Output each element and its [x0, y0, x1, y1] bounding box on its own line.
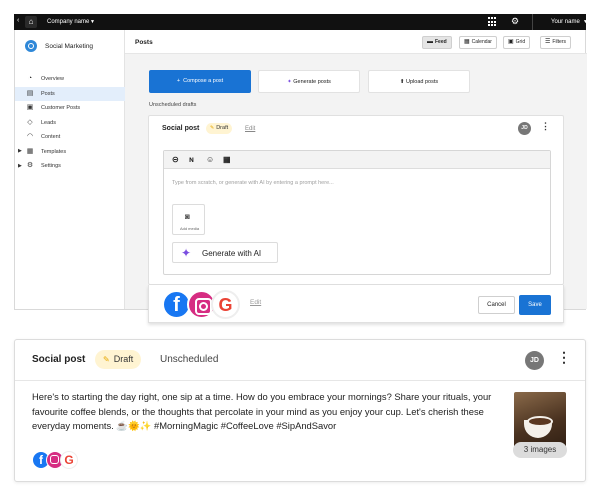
composer-card: Social post ✎ Draft Edit JD ⋮ ⊝ ɴ ☺ ▦ Typ… [148, 115, 564, 285]
sidebar-item-label: Customer Posts [41, 105, 81, 111]
expand-arrow-icon[interactable]: ▶ [18, 148, 22, 154]
home-icon[interactable]: ⌂ [25, 16, 37, 28]
posts-icon: ▤ [26, 89, 34, 97]
sidebar-item-content[interactable]: ◠ Content [15, 130, 125, 145]
sidebar-item-templates[interactable]: ▶ ▦ Templates [15, 145, 125, 160]
sidebar-item-label: Templates [41, 148, 67, 155]
post-card: Social post ✎ Draft Unscheduled JD ⋮ Here… [14, 339, 586, 482]
expand-arrow-icon[interactable]: ▶ [18, 163, 22, 169]
rss-icon[interactable]: ɴ [189, 154, 194, 165]
sidebar-item-customer-posts[interactable]: ▣ Customer Posts [15, 101, 125, 116]
view-feed-label: Feed [435, 39, 447, 45]
generate-with-ai-label: Generate with AI [202, 249, 262, 258]
post-editor[interactable]: ⊝ ɴ ☺ ▦ Type from scratch, or generate w… [163, 150, 551, 275]
google-icon[interactable]: G [211, 290, 240, 319]
user-menu[interactable]: Your name [551, 19, 580, 25]
settings-icon: ⚙ [26, 162, 34, 169]
gear-icon[interactable]: ⚙ [511, 16, 519, 27]
status-badge: ✎ Draft [95, 350, 142, 369]
add-media-button[interactable]: ◙ Add media [172, 204, 205, 235]
save-button[interactable]: Save [519, 295, 551, 315]
content-rss-icon: ◠ [26, 133, 34, 140]
template-icon[interactable]: ▦ [223, 154, 231, 165]
avatar[interactable]: JD [525, 351, 544, 370]
schedule-status: Unscheduled [160, 354, 219, 365]
draft-pencil-icon: ✎ [103, 355, 110, 364]
sidebar-item-leads[interactable]: ◇ Leads [15, 116, 125, 131]
status-badge-label: Draft [113, 354, 134, 364]
top-bar: ‹ ⌂ Company name ▼ ⚙ Your name ▼ [14, 14, 588, 30]
sidebar-item-label: Content [41, 134, 61, 140]
compose-post-label: Compose a post [183, 78, 224, 84]
leads-icon: ◇ [27, 118, 33, 126]
sidebar-item-label: Leads [41, 119, 56, 126]
status-badge-label: Draft [216, 125, 229, 131]
brand-name: Social Marketing [45, 43, 94, 50]
composer-footer: f G Edit Cancel Save [148, 285, 564, 323]
emoji-icon[interactable]: ☺ [206, 154, 214, 165]
chevron-down-icon[interactable]: ▼ [90, 19, 95, 25]
post-body: Here's to starting the day right, one si… [32, 391, 492, 431]
apps-grid-icon[interactable] [488, 17, 498, 27]
camera-icon: ◙ [185, 212, 190, 221]
google-icon: G [60, 451, 78, 469]
cancel-button[interactable]: Cancel [478, 296, 515, 314]
grid-icon: ▣ [508, 39, 514, 45]
draft-pencil-icon: ✎ [210, 125, 215, 131]
divider [532, 14, 533, 30]
chevron-down-icon[interactable]: ▼ [583, 19, 588, 25]
customer-posts-icon: ▣ [26, 104, 34, 111]
sidebar-item-settings[interactable]: ▶ ⚙ Settings [15, 159, 125, 174]
back-icon[interactable]: ‹ [17, 17, 19, 24]
edit-networks-link[interactable]: Edit [250, 299, 261, 306]
view-feed-button[interactable]: ▬ Feed [422, 36, 452, 49]
generate-with-ai-button[interactable]: ✦ Generate with AI [172, 242, 278, 263]
editor-toolbar: ⊝ ɴ ☺ ▦ [164, 151, 550, 169]
view-grid-label: Grid [515, 39, 526, 45]
generate-posts-button[interactable]: ✦ Generate posts [258, 70, 360, 93]
brand-logo-icon [25, 40, 37, 52]
feed-icon: ▬ [427, 39, 433, 45]
upload-posts-button[interactable]: ⬆ Upload posts [368, 70, 470, 93]
page-title: Posts [135, 39, 153, 46]
sparkle-icon: ✦ [181, 246, 192, 260]
composer-title: Social post [162, 125, 200, 132]
link-icon[interactable]: ⊝ [172, 154, 179, 165]
section-label: Unscheduled drafts [149, 102, 197, 108]
page-header: Posts ▬ Feed ▦ Calendar ▣ Grid ☰ Filters [125, 30, 587, 54]
compose-post-button[interactable]: + Compose a post [149, 70, 251, 93]
upload-posts-label: Upload posts [406, 79, 439, 85]
sidebar-item-label: Overview [41, 76, 64, 82]
view-calendar-label: Calendar [471, 39, 492, 45]
sidebar-nav: ◔ Overview ▤ Posts ▣ Customer Posts ◇ Le… [15, 72, 125, 174]
templates-icon: ▦ [26, 147, 34, 155]
calendar-icon: ▦ [464, 39, 470, 45]
more-vert-icon[interactable]: ⋮ [541, 121, 550, 132]
sidebar-item-label: Settings [41, 163, 61, 169]
overview-icon: ◔ [27, 75, 33, 82]
view-calendar-button[interactable]: ▦ Calendar [459, 36, 497, 49]
post-title: Social post [32, 354, 86, 365]
sidebar-item-label: Posts [41, 90, 55, 97]
sidebar-item-overview[interactable]: ◔ Overview [15, 72, 125, 87]
generate-posts-label: Generate posts [293, 79, 331, 85]
status-badge: ✎ Draft [206, 123, 233, 134]
avatar[interactable]: JD [518, 122, 531, 135]
company-switcher[interactable]: Company name [47, 19, 89, 25]
sidebar-item-posts[interactable]: ▤ Posts [15, 86, 125, 101]
filters-label: Filters [552, 39, 567, 45]
add-media-label: Add media [179, 226, 200, 231]
post-card-header: Social post ✎ Draft Unscheduled JD ⋮ [15, 340, 585, 381]
edit-link[interactable]: Edit [245, 126, 255, 132]
image-count-badge: 3 images [513, 442, 567, 458]
view-grid-button[interactable]: ▣ Grid [503, 36, 531, 49]
more-vert-icon[interactable]: ⋮ [557, 349, 571, 366]
sidebar: Social Marketing ◔ Overview ▤ Posts ▣ Cu… [15, 30, 125, 309]
post-text-input[interactable]: Type from scratch, or generate with AI b… [172, 180, 334, 186]
filter-icon: ☰ [545, 39, 551, 45]
filters-button[interactable]: ☰ Filters [540, 36, 572, 49]
